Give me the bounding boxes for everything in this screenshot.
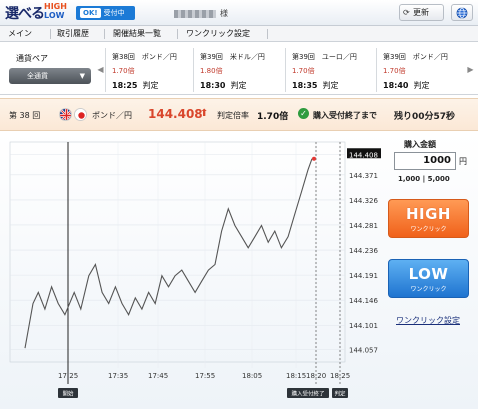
low-button[interactable]: LOW ワンクリック [388, 259, 469, 298]
x-tick-label: 17:35 [108, 372, 128, 380]
low-button-sub: ワンクリック [410, 286, 447, 293]
y-tick-label: 144.281 [349, 222, 378, 230]
y-tick-label: 144.236 [349, 247, 378, 255]
x-tick-label: 18:05 [242, 372, 262, 380]
cutoff-marker-label: 購入受付終了 [291, 390, 324, 398]
amount-input[interactable]: 1000 [394, 152, 456, 170]
y-tick-label: 144.101 [349, 322, 378, 330]
amount-label: 購入金額 [404, 140, 436, 149]
low-button-label: LOW [408, 265, 449, 283]
high-button-sub: ワンクリック [410, 226, 447, 233]
y-tick-label: 144.408 [349, 151, 378, 159]
amount-range: 1,000 | 5,000 [398, 175, 450, 183]
judge-marker-label: 判定 [334, 390, 346, 398]
oneclick-settings-link[interactable]: ワンクリック設定 [396, 315, 460, 326]
open-marker-label: 開始 [62, 390, 74, 398]
y-tick-label: 144.326 [349, 197, 378, 205]
order-panel: 購入金額 1000 円 1,000 | 5,000 HIGH ワンクリック LO… [386, 135, 474, 327]
high-button-label: HIGH [405, 205, 451, 223]
y-tick-label: 144.371 [349, 172, 378, 180]
x-tick-label: 18:15 [286, 372, 306, 380]
yen-unit: 円 [459, 157, 467, 166]
high-button[interactable]: HIGH ワンクリック [388, 199, 469, 238]
current-price-dot [312, 156, 316, 161]
y-tick-label: 144.146 [349, 297, 378, 305]
x-tick-label: 17:45 [148, 372, 168, 380]
y-tick-label: 144.191 [349, 272, 378, 280]
y-tick-label: 144.057 [349, 347, 378, 355]
x-tick-label: 17:55 [195, 372, 215, 380]
